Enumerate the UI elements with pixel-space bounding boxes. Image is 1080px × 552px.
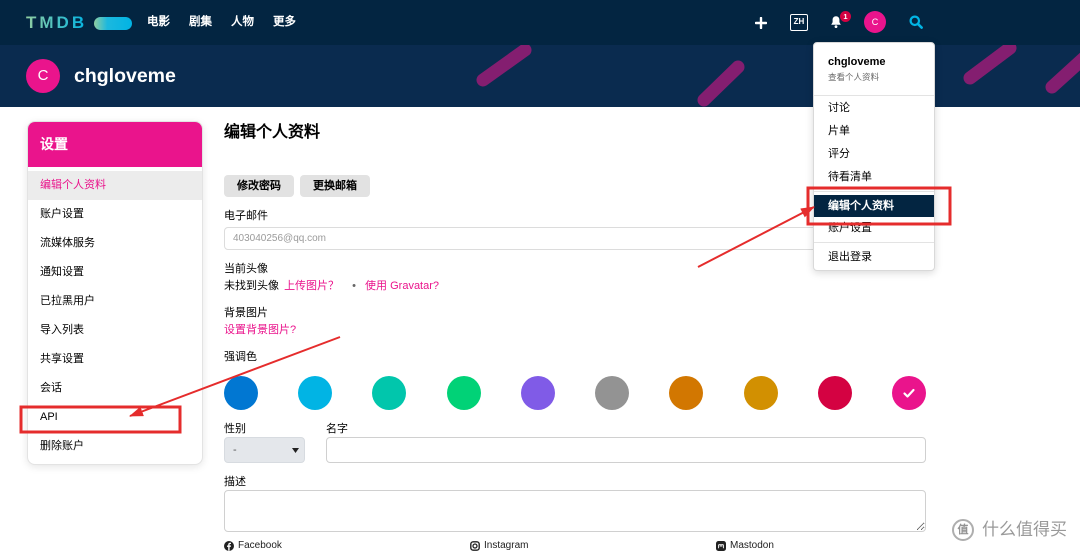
- description-field[interactable]: [224, 490, 926, 532]
- user-avatar-menu-button[interactable]: C: [864, 11, 886, 33]
- menu-username: chgloveme: [828, 56, 886, 68]
- chevron-down-icon: [292, 448, 299, 453]
- social-instagram: Instagram: [470, 540, 528, 551]
- sidebar-menu: 编辑个人资料 账户设置 流媒体服务 通知设置 已拉黑用户 导入列表 共享设置 会…: [28, 167, 202, 464]
- menu-item-discussions[interactable]: 讨论: [814, 97, 934, 120]
- profile-avatar[interactable]: C: [26, 59, 60, 93]
- tmdb-logo[interactable]: TMDB: [26, 13, 132, 33]
- sidebar-item-import-list[interactable]: 导入列表: [28, 316, 202, 345]
- nav-link-tv-shows[interactable]: 剧集: [189, 15, 212, 30]
- main-menu: 电影 剧集 人物 更多: [147, 15, 296, 30]
- menu-group-account: 编辑个人资料 账户设置: [814, 192, 934, 242]
- avatar-options: 未找到头像 上传图片？ • 使用 Gravatar?: [224, 279, 439, 293]
- accent-color-grey[interactable]: [595, 376, 630, 410]
- avatar-status-text: 未找到头像: [224, 280, 279, 292]
- gender-select[interactable]: -: [224, 437, 305, 463]
- facebook-label: Facebook: [238, 540, 282, 551]
- social-facebook: Facebook: [224, 540, 282, 551]
- accent-color-blue[interactable]: [224, 376, 258, 410]
- menu-item-logout[interactable]: 退出登录: [814, 246, 934, 269]
- notification-badge: 1: [840, 11, 851, 22]
- sidebar-item-edit-profile[interactable]: 编辑个人资料: [28, 171, 202, 200]
- separator-dot: •: [352, 280, 356, 292]
- profile-username[interactable]: chgloveme: [74, 66, 176, 86]
- sidebar-item-sharing-settings[interactable]: 共享设置: [28, 345, 202, 374]
- gender-selected-value: -: [233, 444, 237, 456]
- accent-color-pink[interactable]: [891, 376, 926, 410]
- change-password-button[interactable]: 修改密码: [224, 175, 294, 197]
- search-icon[interactable]: [909, 15, 923, 29]
- name-field[interactable]: [326, 437, 926, 463]
- checkmark-icon: [903, 388, 915, 398]
- banner-stripe: [476, 45, 532, 87]
- accent-color-purple[interactable]: [520, 376, 555, 410]
- page-title: 编辑个人资料: [224, 124, 321, 141]
- instagram-label: Instagram: [484, 540, 529, 551]
- description-label: 描述: [224, 476, 246, 488]
- logo-text: TMDB: [26, 13, 88, 32]
- accent-color-red[interactable]: [817, 376, 852, 410]
- email-label: 电子邮件: [224, 210, 268, 222]
- accent-color-gold[interactable]: [743, 376, 778, 410]
- use-gravatar-link[interactable]: 使用 Gravatar?: [365, 280, 439, 292]
- watermark-text: 什么值得买: [982, 520, 1067, 539]
- sidebar-title: 设置: [28, 122, 202, 167]
- sidebar-item-delete-account[interactable]: 删除账户: [28, 432, 202, 461]
- sidebar-item-api[interactable]: API: [28, 403, 202, 432]
- accent-color-light-blue[interactable]: [298, 376, 333, 410]
- sidebar-item-notification-settings[interactable]: 通知设置: [28, 258, 202, 287]
- banner-stripe: [697, 60, 745, 107]
- sidebar-item-account-settings[interactable]: 账户设置: [28, 200, 202, 229]
- current-avatar-label: 当前头像: [224, 263, 268, 275]
- gender-label: 性别: [224, 423, 246, 435]
- view-profile-link[interactable]: 查看个人资料: [828, 71, 934, 83]
- top-navigation-bar: TMDB 电影 剧集 人物 更多 ZH 1 C: [0, 0, 1080, 45]
- instagram-icon: [470, 540, 480, 551]
- menu-item-ratings[interactable]: 评分: [814, 143, 934, 166]
- menu-group-session: 退出登录: [814, 243, 934, 270]
- accent-color-teal[interactable]: [372, 376, 407, 410]
- menu-item-edit-profile[interactable]: 编辑个人资料: [814, 195, 934, 217]
- language-button[interactable]: ZH: [790, 14, 808, 31]
- logo-pill-shape: [94, 17, 132, 30]
- menu-item-account-settings[interactable]: 账户设置: [814, 217, 934, 240]
- nav-link-more[interactable]: 更多: [273, 15, 296, 30]
- sidebar-item-blocked-users[interactable]: 已拉黑用户: [28, 287, 202, 316]
- upload-avatar-link[interactable]: 上传图片？: [284, 280, 339, 292]
- user-dropdown-menu: chgloveme 查看个人资料 讨论 片单 评分 待看清单 编辑个人资料 账户…: [813, 42, 935, 271]
- sidebar-item-streaming-services[interactable]: 流媒体服务: [28, 229, 202, 258]
- menu-profile-header[interactable]: chgloveme 查看个人资料: [814, 43, 934, 95]
- nav-link-movies[interactable]: 电影: [147, 15, 170, 30]
- sidebar-item-sessions[interactable]: 会话: [28, 374, 202, 403]
- social-mastodon: Mastodon: [716, 540, 774, 551]
- background-image-label: 背景图片: [224, 307, 268, 319]
- nav-link-people[interactable]: 人物: [231, 15, 254, 30]
- banner-stripe: [1045, 52, 1080, 94]
- accent-color-label: 强调色: [224, 351, 257, 363]
- settings-sidebar: 设置 编辑个人资料 账户设置 流媒体服务 通知设置 已拉黑用户 导入列表 共享设…: [27, 121, 203, 465]
- accent-color-picker: [224, 376, 926, 410]
- menu-item-lists[interactable]: 片单: [814, 120, 934, 143]
- mastodon-label: Mastodon: [730, 540, 774, 551]
- mastodon-icon: [716, 540, 726, 551]
- plus-icon[interactable]: [754, 16, 768, 30]
- account-actions: 修改密码 更换邮箱: [224, 175, 370, 197]
- set-background-link[interactable]: 设置背景图片?: [224, 323, 296, 337]
- accent-color-green[interactable]: [446, 376, 481, 410]
- banner-stripe: [963, 45, 1017, 85]
- accent-color-orange[interactable]: [669, 376, 704, 410]
- facebook-icon: [224, 540, 234, 551]
- name-label: 名字: [326, 423, 348, 435]
- watermark-logo: 值: [952, 519, 974, 541]
- menu-group-activity: 讨论 片单 评分 待看清单: [814, 96, 934, 191]
- menu-item-watchlist[interactable]: 待看清单: [814, 166, 934, 189]
- change-email-button[interactable]: 更换邮箱: [300, 175, 370, 197]
